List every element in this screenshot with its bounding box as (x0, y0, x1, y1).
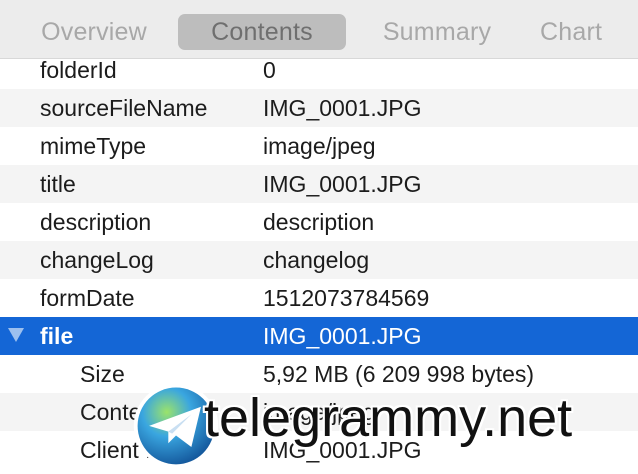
property-key: Client Path (80, 437, 193, 463)
property-value: image/jpeg (263, 133, 376, 159)
property-row-folderid[interactable]: folderId 0 (0, 51, 638, 89)
property-row-size[interactable]: Size 5,92 MB (6 209 998 bytes) (0, 355, 638, 393)
disclosure-triangle-icon[interactable] (8, 328, 24, 342)
property-key: Content Type (80, 399, 217, 425)
property-key: changeLog (40, 247, 154, 273)
property-key: file (40, 323, 74, 349)
property-value: IMG_0001.JPG (263, 95, 422, 121)
property-value: description (263, 209, 375, 235)
property-row-title[interactable]: title IMG_0001.JPG (0, 165, 638, 203)
property-value: 1512073784569 (263, 285, 430, 311)
property-value: IMG_0001.JPG (263, 171, 422, 197)
inspector-window: Overview Contents Summary Chart folderId… (0, 0, 638, 474)
property-row-client-path[interactable]: Client Path IMG_0001.JPG (0, 431, 638, 469)
tab-overview[interactable]: Overview (26, 14, 162, 50)
tab-summary[interactable]: Summary (368, 14, 506, 50)
property-row-changelog[interactable]: changeLog changelog (0, 241, 638, 279)
property-value: IMG_0001.JPG (263, 437, 422, 463)
property-row-formdate[interactable]: formDate 1512073784569 (0, 279, 638, 317)
property-value: 0 (263, 57, 276, 83)
property-key: Size (80, 361, 125, 387)
property-value: IMG_0001.JPG (263, 323, 422, 349)
property-row-content-type[interactable]: Content Type image/jpeg (0, 393, 638, 431)
property-row-sourcefilename[interactable]: sourceFileName IMG_0001.JPG (0, 89, 638, 127)
property-key: formDate (40, 285, 135, 311)
tab-chart[interactable]: Chart (540, 14, 638, 50)
property-key: sourceFileName (40, 95, 208, 121)
property-key: title (40, 171, 76, 197)
property-value: image/jpeg (263, 399, 376, 425)
property-value: 5,92 MB (6 209 998 bytes) (263, 361, 535, 387)
property-key: description (40, 209, 152, 235)
property-list: folderId 0 sourceFileName IMG_0001.JPG m… (0, 51, 638, 469)
tab-contents[interactable]: Contents (178, 14, 346, 50)
property-key: folderId (40, 57, 117, 83)
property-row-file[interactable]: file IMG_0001.JPG (0, 317, 638, 355)
property-value: changelog (263, 247, 370, 273)
property-row-description[interactable]: description description (0, 203, 638, 241)
property-row-mimetype[interactable]: mimeType image/jpeg (0, 127, 638, 165)
property-key: mimeType (40, 133, 147, 159)
